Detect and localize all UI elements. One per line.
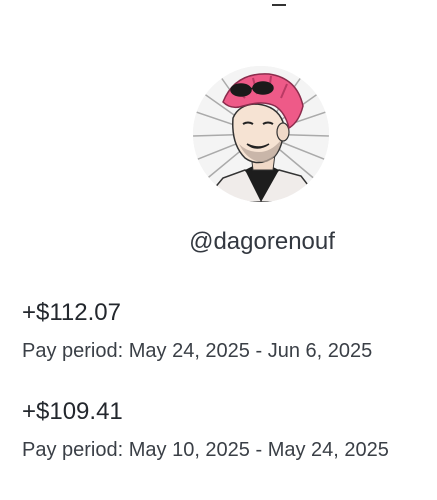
payment-period: Pay period: May 10, 2025 - May 24, 2025: [22, 439, 389, 461]
clipped-header-text: [0, 0, 437, 8]
username: @dagorenouf: [189, 228, 335, 255]
payment-period: Pay period: May 24, 2025 - Jun 6, 2025: [22, 340, 373, 362]
payment-amount: +$112.07: [22, 299, 121, 326]
payment-item[interactable]: +$109.41 Pay period: May 10, 2025 - May …: [22, 398, 389, 462]
payment-item[interactable]: +$112.07 Pay period: May 24, 2025 - Jun …: [22, 299, 372, 363]
payment-amount: +$109.41: [22, 398, 123, 425]
avatar-illustration: [193, 66, 329, 202]
avatar[interactable]: [193, 66, 329, 202]
